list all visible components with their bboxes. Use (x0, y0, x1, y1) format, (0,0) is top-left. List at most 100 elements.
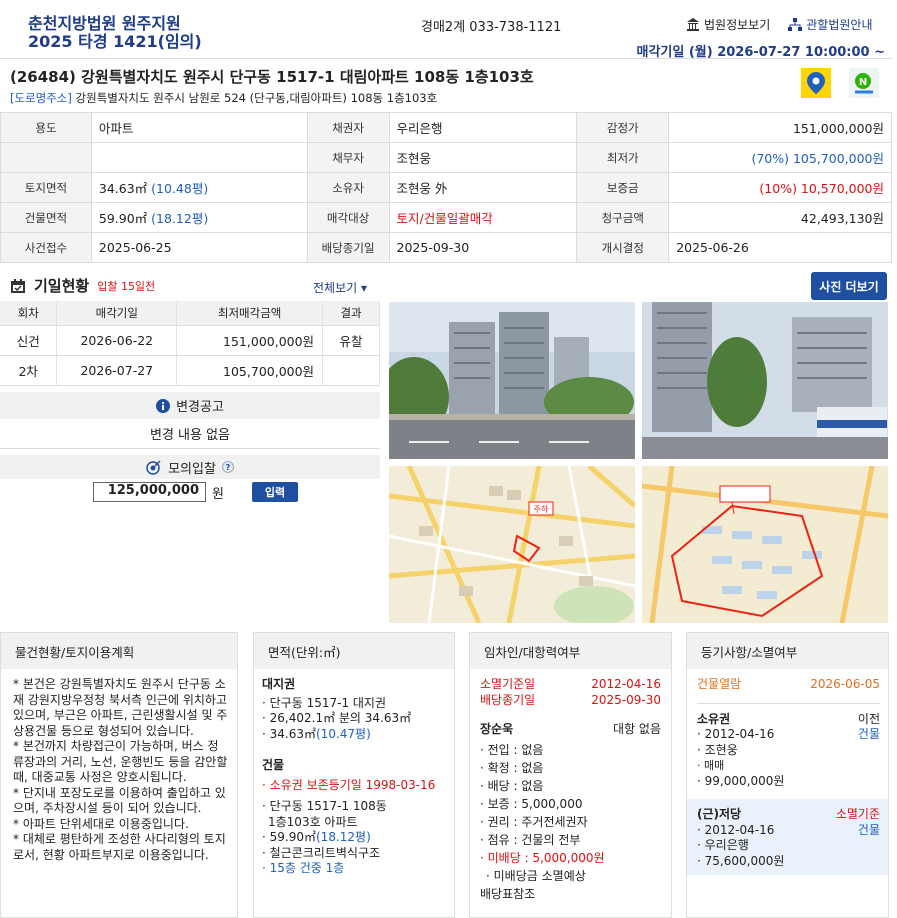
status-item: * 본건까지 차량접근이 가능하며, 버스 정류장과의 거리, 노선, 운행빈도… (13, 739, 228, 784)
status-item: * 본건은 강원특별자치도 원주시 단구동 소재 강원지방우정청 북서측 인근에… (13, 677, 228, 738)
svg-text:N: N (859, 77, 867, 88)
hierarchy-icon (788, 17, 803, 31)
registry-entry: (근)저당 소멸기준 · 2012-04-16 건물 · 우리은행 · 75,600… (687, 799, 888, 875)
debtor-label: 채무자 (306, 142, 390, 173)
road-address-text: 강원특별자치도 원주시 남원로 524 (단구동,대림아파트) 108동 1층1… (75, 91, 438, 105)
building-area-label: 건물면적 (0, 202, 92, 233)
case-number: 2025 타경 1421(임의) (28, 32, 202, 51)
map-pin-button[interactable] (801, 68, 831, 98)
tenant-line-text: 보증 : 5,000,000 (487, 796, 583, 811)
all-view-link[interactable]: 전체보기 ▾ (313, 279, 367, 296)
building-area-m2: 59.90㎡ (98, 211, 148, 226)
tenant-line: · 미배당 : 5,000,000원 (480, 850, 605, 865)
building-line-text: 1층103호 아파트 (268, 814, 358, 829)
round-cell: 신건 (0, 325, 58, 356)
info-icon (156, 398, 171, 413)
building-line: · 철근콘크리트벽식구조 (262, 845, 381, 860)
entry-row: · 2012-04-16 건물 (697, 823, 880, 839)
location-map-1[interactable]: 주하 (389, 466, 635, 623)
area-content: 대지권 · 단구동 1517-1 대지권 · 26,402.1㎡ 분의 34.6… (254, 669, 454, 877)
property-address: (26484) 강원특별자치도 원주시 단구동 1517-1 대림아파트 108… (10, 68, 534, 86)
caret-down-icon: ▾ (361, 281, 368, 295)
base-date-value: 2012-04-16 (591, 677, 661, 691)
schedule-header: 기일현황 입찰 15일전 (10, 275, 155, 296)
tenant-line: · 보증 : 5,000,000 (480, 796, 583, 811)
divider (0, 58, 892, 59)
tenant-lines: · 전입 : 없음 · 확정 : 없음 · 배당 : 없음 · 보증 : 5,0… (480, 741, 661, 903)
tenant-line: · 점유 : 건물의 전부 (480, 832, 581, 847)
min-price-label: 최저가 (576, 142, 670, 173)
building-line-text: 철근콘크리트벽식구조 (269, 845, 381, 860)
land-area-value: 34.63㎡ (10.48평) (90, 172, 308, 203)
date-cell: 2026-07-27 (56, 355, 178, 386)
tenant-line: · 전입 : 없음 (480, 742, 544, 757)
tenant-line: · 미배당금 소멸예상 (486, 868, 586, 883)
creditor-value: 우리은행 (388, 112, 578, 143)
land-line-text: 26,402.1㎡ 분의 34.63㎡ (269, 711, 412, 725)
mock-bid-input[interactable]: 125,000,000 (93, 482, 206, 502)
entry-title: 소유권 (697, 711, 731, 726)
tenant-line-text: 배당 : 없음 (487, 778, 544, 793)
note-text: 미배당금 소멸예상 (493, 868, 586, 883)
jurisdiction-link[interactable]: 관할법원안내 (788, 16, 873, 33)
registry-view-row[interactable]: 건물열람 2026-06-05 (697, 677, 880, 693)
property-photo-2[interactable] (642, 302, 888, 459)
location-map-2[interactable] (642, 466, 888, 623)
schedule-sub: 입찰 15일전 (97, 279, 156, 293)
building-line-text: 59.90㎡ (269, 830, 316, 844)
property-photo-1[interactable] (389, 302, 635, 459)
status-item: * 대체로 평탄하게 조성한 사다리형의 토지로서, 현황 아파트부지로 이용중… (13, 832, 226, 862)
entry-name: 우리은행 (704, 838, 749, 852)
help-icon[interactable]: ? (221, 461, 234, 473)
court-info-label: 법원정보보기 (704, 18, 771, 32)
sale-target-value: 토지/건물일괄매각 (388, 202, 578, 233)
map-pin-icon (807, 72, 825, 94)
land-line: · 26,402.1㎡ 분의 34.63㎡ (262, 711, 412, 725)
land-area-m2: 34.63㎡ (98, 181, 148, 196)
creditor-label: 채권자 (306, 112, 390, 143)
building-title: 건물 (262, 758, 285, 772)
tenant-line-text: 점유 : 건물의 전부 (487, 832, 581, 847)
mock-bid-submit-button[interactable]: 입력 (251, 482, 298, 502)
entry-status: 소멸기준 (835, 807, 880, 821)
tenant-line-text: 전입 : 없음 (487, 742, 544, 757)
col-header-price: 최저매각금액 (176, 301, 324, 326)
naver-map-icon: N (855, 73, 873, 94)
empty-label (0, 142, 92, 173)
tenant-line: · 권리 : 주거전세권자 (480, 814, 588, 829)
entry-header: 소유권 이전 (697, 712, 880, 728)
deposit-value: (10%) 10,570,000원 (668, 172, 892, 203)
claim-value: 42,493,130원 (668, 202, 892, 233)
land-line: · 단구동 1517-1 대지권 (262, 695, 387, 710)
result-cell: 유찰 (322, 325, 380, 356)
base-date-row: 소멸기준일 2012-04-16 (480, 677, 661, 693)
change-notice-body: 변경 내용 없음 (0, 419, 380, 449)
photo-more-button[interactable]: 사진 더보기 (811, 272, 887, 300)
building-reg-text: 소유권 보존등기일 1998-03-16 (269, 777, 436, 792)
schedule-table: 회차 매각기일 최저매각금액 결과 신건 2026-06-22 151,000,… (0, 301, 380, 386)
land-rights-title: 대지권 (262, 677, 296, 691)
change-notice-title: 변경공고 (176, 400, 224, 415)
header-links: 법원정보보기 관할법원안내 (686, 16, 873, 33)
entry-type: 건물 (857, 822, 880, 837)
deposit-label: 보증금 (576, 172, 670, 203)
map-label: 주하 (534, 504, 549, 514)
court-info-link[interactable]: 법원정보보기 (686, 16, 770, 33)
entry-line: · 2012-04-16 (697, 822, 775, 837)
court-building-icon (687, 18, 699, 31)
unpaid-text: 미배당 : 5,000,000원 (487, 850, 605, 865)
property-status-title: 물건현황/토지이용계획 (1, 633, 237, 669)
tenant-line: · 배당 : 없음 (480, 778, 544, 793)
usage-label: 용도 (0, 112, 92, 143)
building-line-text: 15층 건중 1층 (269, 861, 345, 875)
entry-status: 이전 (857, 711, 880, 726)
col-header-result: 결과 (322, 301, 380, 326)
tenant-title: 임차인/대항력여부 (470, 633, 671, 669)
building-area-py: (18.12평) (151, 211, 209, 226)
dist-deadline-label: 배당종기일 (306, 232, 390, 263)
owner-label: 소유자 (306, 172, 390, 203)
naver-map-button[interactable]: N (849, 68, 879, 98)
price-cell: 105,700,000원 (176, 355, 324, 386)
table-row: 2차 2026-07-27 105,700,000원 (0, 355, 380, 386)
result-cell (322, 355, 380, 386)
